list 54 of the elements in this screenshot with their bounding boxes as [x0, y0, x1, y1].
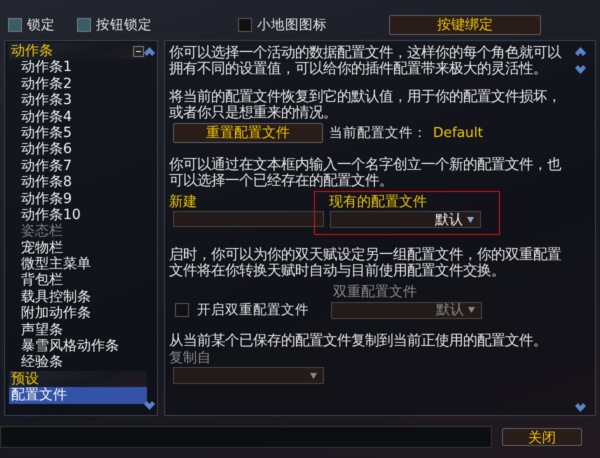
- checkbox-label: 小地图图标: [257, 16, 327, 34]
- description-text: 你可以选择一个活动的数据配置文件，这样你的每个角色就可以拥有不同的设置值，可以给你的插件配置带来极大的灵活性。: [169, 45, 562, 77]
- tree-item[interactable]: 宠物栏: [9, 240, 157, 256]
- scroll-up-icon[interactable]: [144, 47, 155, 56]
- tree-item[interactable]: 附加动作条: [9, 305, 157, 322]
- tree-item[interactable]: 载具控制条: [9, 288, 157, 306]
- field-label: 双重配置文件: [333, 284, 417, 300]
- tree-item[interactable]: 背包栏: [9, 272, 157, 289]
- tree-item[interactable]: 动作条7: [9, 158, 157, 174]
- tree-item[interactable]: 动作条3: [9, 92, 157, 109]
- checkbox-label: 锁定: [27, 16, 55, 34]
- current-profile-value: Default: [433, 125, 484, 141]
- tree-item[interactable]: 动作条8: [9, 174, 157, 191]
- tree-item[interactable]: 动作条9: [9, 190, 157, 207]
- description-text: 将当前的配置文件恢复到它的默认值，用于你的配置文件损坏，或者你只是想重来的情况。: [169, 89, 562, 121]
- tree-item[interactable]: 经验条: [9, 354, 157, 371]
- field-label: 新建: [169, 193, 198, 211]
- profile-dropdown[interactable]: 默认: [330, 211, 481, 228]
- tree-item[interactable]: 动作条4: [9, 108, 157, 125]
- dropdown-arrow-icon: [467, 216, 474, 222]
- field-label: 复制自: [169, 349, 212, 367]
- tree-item[interactable]: 动作条6: [9, 141, 157, 158]
- key-bindings-button[interactable]: 按键绑定: [389, 15, 541, 35]
- tree-item[interactable]: 微型主菜单: [9, 256, 157, 272]
- scroll-down-icon[interactable]: [144, 401, 155, 410]
- tree-item[interactable]: 声望条: [9, 322, 157, 338]
- tree-item[interactable]: 动作条5: [9, 124, 157, 142]
- scroll-up-icon[interactable]: [575, 47, 586, 56]
- tree-item[interactable]: 配置文件: [9, 387, 147, 404]
- tree-item[interactable]: 预设: [9, 370, 147, 388]
- dropdown-arrow-icon: [468, 307, 475, 313]
- description-text: 你可以通过在文本框内输入一个名字创立一个新的配置文件，也可以选择一个已经存在的配置文件。: [169, 157, 562, 189]
- tree-item[interactable]: 动作条1: [9, 59, 157, 76]
- dropdown-arrow-icon: [310, 372, 317, 378]
- description-text: 从当前某个已保存的配置文件复制到当前正使用的配置文件。: [169, 333, 548, 349]
- close-button[interactable]: 关闭: [502, 428, 582, 446]
- scroll-down-icon[interactable]: [575, 65, 586, 74]
- checkbox[interactable]: [175, 303, 189, 317]
- checkbox-label: 按钮锁定: [96, 16, 152, 34]
- tree-item[interactable]: 动作条: [9, 43, 147, 60]
- description-text: 启时，你可以为你的双天赋设定另一组配置文件，你的双重配置文件将在你转换天赋时自动与目前使用配置文件交换。: [169, 247, 562, 279]
- checkbox-label: 开启双重配置文件: [197, 301, 309, 319]
- tree-item[interactable]: 动作条2: [9, 76, 157, 92]
- new-profile-field[interactable]: [173, 211, 324, 227]
- checkbox[interactable]: [238, 18, 252, 32]
- checkbox[interactable]: [77, 18, 91, 32]
- reset-profile-button[interactable]: 重置配置文件: [173, 123, 323, 143]
- scroll-down-icon[interactable]: [575, 403, 586, 412]
- checkbox[interactable]: [8, 18, 22, 32]
- collapse-toggle[interactable]: [133, 46, 144, 57]
- tree-item[interactable]: 动作条10: [9, 206, 157, 224]
- tree-item[interactable]: 暴雪风格动作条: [9, 338, 157, 354]
- current-profile-label: 当前配置文件：: [329, 124, 427, 142]
- field-label: 现有的配置文件: [329, 193, 428, 211]
